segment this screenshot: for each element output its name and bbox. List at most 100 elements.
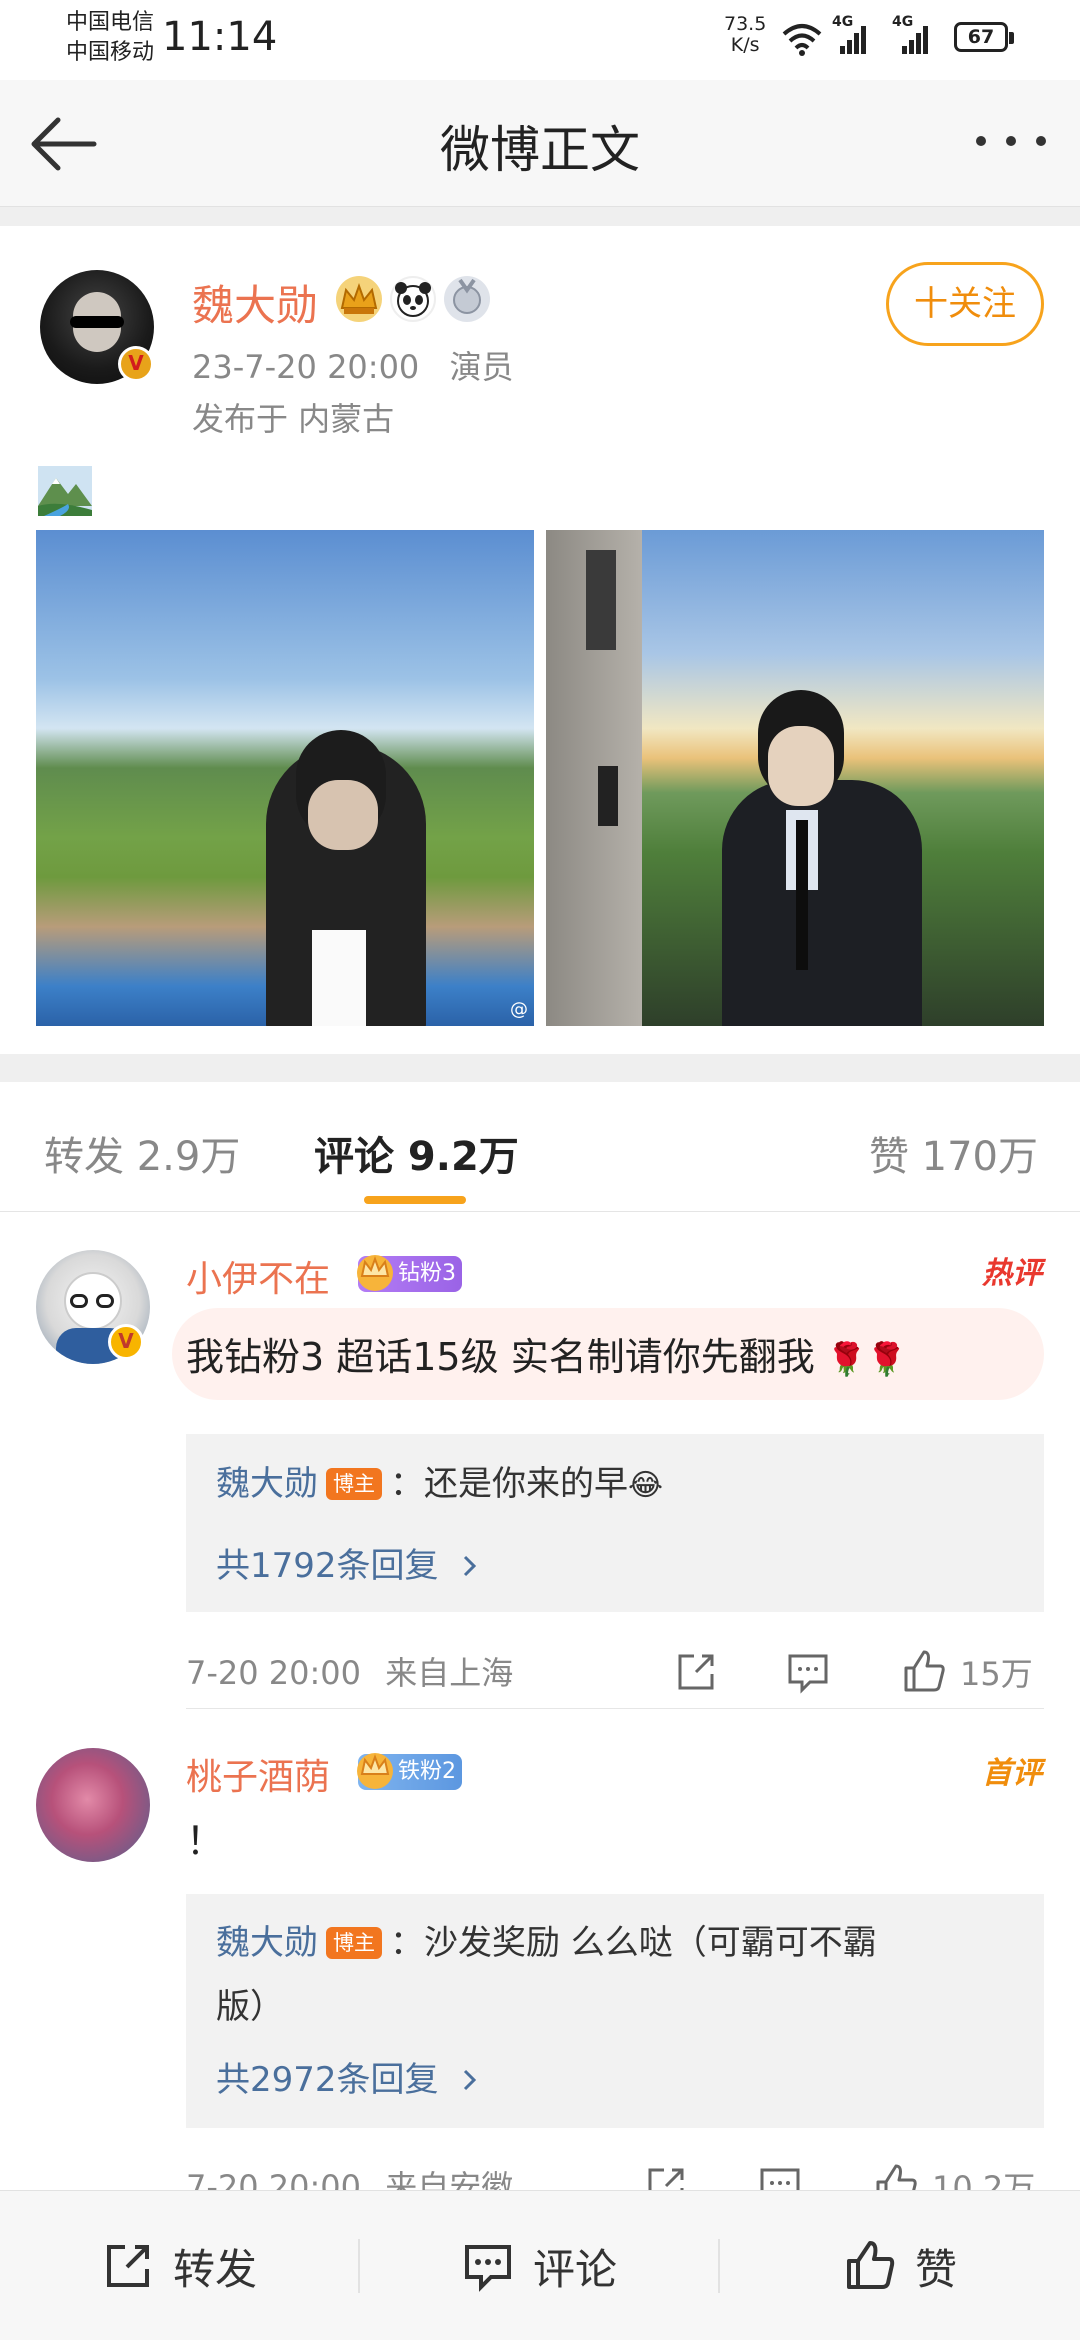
comment-item: V 小伊不在 钻粉3 热评 我钻粉3 超话15级 实名制请你先翻我 🌹🌹 魏大勋… [0, 1212, 1080, 1720]
repost-button[interactable]: 转发 [0, 2191, 358, 2340]
follow-button[interactable]: 十关注 [886, 262, 1044, 346]
engagement-tabs: 转发 2.9万 评论 9.2万 赞 170万 [0, 1082, 1080, 1212]
reply-line: 魏大勋 博主 ：沙发奖励 么么哒（可霸可不霸版） [216, 1914, 1014, 2042]
share-comment-button[interactable] [644, 2156, 688, 2190]
battery-icon: 67 [954, 22, 1014, 52]
post-location: 发布于 内蒙古 [192, 400, 395, 438]
rose-icon: 🌹 [826, 1340, 867, 1378]
comment-item: 桃子酒荫 铁粉2 首评 ！ 魏大勋 博主 ：沙发奖励 么么哒（可霸可不霸版） 共29… [0, 1712, 1080, 2190]
post-card: V 魏大勋 23-7-20 20:00 演员 发布于 内蒙古 十关注 @ [0, 226, 1080, 1054]
chevron-right-icon [464, 1555, 477, 1577]
comment-button[interactable]: 评论 [360, 2191, 718, 2340]
fan-level-badge: 铁粉2 [357, 1753, 462, 1790]
active-tab-indicator [364, 1196, 466, 1204]
nav-bar: 微博正文 [0, 80, 1080, 206]
mountain-landscape-emoji-icon [38, 466, 92, 516]
reply-comment-button[interactable] [758, 2156, 802, 2190]
reply-comment-button[interactable] [786, 1642, 830, 1702]
comment-like-count: 15万 [960, 1655, 1033, 1693]
blogger-badge: 博主 [326, 1468, 382, 1500]
laughing-crying-emoji-icon: 😂 [628, 1468, 664, 1503]
fan-level-badge: 钻粉3 [357, 1255, 462, 1292]
repost-icon [106, 2245, 149, 2287]
reply-count-link[interactable]: 共2972条回复 [216, 2052, 479, 2101]
net-speed-value: 73.5 [724, 13, 767, 35]
fan-badge-label: 钻粉3 [398, 1261, 456, 1286]
comment-meta: 7-20 20:00 来自上海 [186, 1648, 513, 1694]
thumbs-up-icon [876, 2164, 917, 2190]
signal-2-icon: 4G [892, 14, 932, 56]
rose-icon: 🌹 [866, 1340, 907, 1378]
signal-1-icon: 4G [832, 14, 868, 56]
net-speed: 73.5 K/s [724, 14, 766, 56]
tab-comment[interactable]: 评论 9.2万 [314, 1124, 519, 1182]
commenter-name[interactable]: 桃子酒荫 [186, 1748, 330, 1800]
fan-badge-label: 铁粉2 [398, 1759, 456, 1784]
silver-medal-icon [444, 276, 490, 322]
comment-text-content: 我钻粉3 超话15级 实名制请你先翻我 [186, 1335, 815, 1379]
comment-time: 7-20 20:00 [186, 2168, 362, 2190]
crown-medal-icon [336, 276, 382, 322]
reply-preview[interactable]: 魏大勋 博主 ：沙发奖励 么么哒（可霸可不霸版） 共2972条回复 [186, 1894, 1044, 2128]
like-button[interactable]: 赞 [720, 2191, 1080, 2340]
commenter-name[interactable]: 小伊不在 [186, 1250, 330, 1302]
reply-preview[interactable]: 魏大勋 博主 ：还是你来的早😂 共1792条回复 [186, 1434, 1044, 1612]
share-icon [648, 2168, 684, 2190]
comment-footer: 7-20 20:00 来自安徽 10.2万 [186, 2156, 1044, 2190]
status-bar: 中国电信 中国移动 11:14 73.5 K/s 4G 4G 67 [0, 0, 1080, 80]
carrier-1: 中国电信 [66, 10, 155, 35]
page-title: 微博正文 [440, 121, 640, 179]
author-medals [336, 276, 490, 322]
comment-meta: 7-20 20:00 来自安徽 [186, 2162, 513, 2190]
image-watermark: @ [510, 999, 528, 1020]
comment-like-count: 10.2万 [932, 2169, 1036, 2190]
post-source: 演员 [449, 348, 514, 386]
carrier-2: 中国移动 [66, 40, 155, 65]
crown-icon [357, 1753, 393, 1789]
verified-badge-icon: V [118, 346, 154, 382]
reply-line: 魏大勋 博主 ：还是你来的早😂 [216, 1456, 663, 1505]
like-label: 赞 [914, 2244, 957, 2294]
reply-count-link[interactable]: 共1792条回复 [216, 1538, 479, 1587]
tab-like[interactable]: 赞 170万 [869, 1124, 1038, 1182]
comment-text: ！ [186, 1819, 225, 1863]
net-speed-unit: K/s [730, 34, 760, 56]
post-image-1[interactable]: @ [36, 530, 534, 1026]
section-divider [0, 206, 1080, 226]
panda-icon [390, 276, 436, 322]
commenter-avatar[interactable] [36, 1748, 150, 1862]
hot-comment-tag: 热评 [982, 1256, 1042, 1291]
reply-author[interactable]: 魏大勋 [216, 1464, 318, 1504]
post-meta: 23-7-20 20:00 演员 [192, 342, 513, 388]
reply-text: ：沙发奖励 么么哒（可霸可不霸 [390, 1923, 877, 1963]
thumbs-up-icon [904, 1650, 945, 1692]
post-timestamp: 23-7-20 20:00 [192, 348, 420, 386]
more-options-icon[interactable] [976, 136, 1046, 152]
reply-text-continued: 版） [216, 1987, 284, 2027]
comment-divider [186, 1708, 1044, 1709]
section-divider-2 [0, 1054, 1080, 1082]
reply-count: 共2972条回复 [216, 2060, 439, 2100]
comment-icon [760, 2168, 800, 2190]
wifi-icon [782, 24, 822, 56]
first-comment-tag: 首评 [982, 1756, 1042, 1791]
comment-label: 评论 [532, 2244, 617, 2294]
status-clock: 11:14 [162, 14, 278, 60]
tab-repost[interactable]: 转发 2.9万 [44, 1124, 240, 1182]
verified-badge-icon: V [108, 1324, 144, 1360]
like-comment-button[interactable]: 10.2万 [872, 2156, 1035, 2190]
repost-label: 转发 [172, 2244, 257, 2294]
carrier-labels: 中国电信 中国移动 [66, 8, 154, 68]
like-comment-button[interactable]: 15万 [900, 1642, 1033, 1702]
reply-author[interactable]: 魏大勋 [216, 1923, 318, 1963]
comment-location: 来自上海 [385, 1654, 514, 1692]
chevron-right-icon [464, 2069, 477, 2091]
share-icon [678, 1654, 714, 1690]
crown-icon [357, 1255, 393, 1291]
status-icons: 4G 4G [782, 14, 932, 56]
share-comment-button[interactable] [674, 1642, 718, 1702]
comment-icon [464, 2245, 511, 2292]
blogger-badge: 博主 [326, 1927, 382, 1959]
post-image-2[interactable] [546, 530, 1044, 1026]
author-name[interactable]: 魏大勋 [192, 272, 318, 333]
